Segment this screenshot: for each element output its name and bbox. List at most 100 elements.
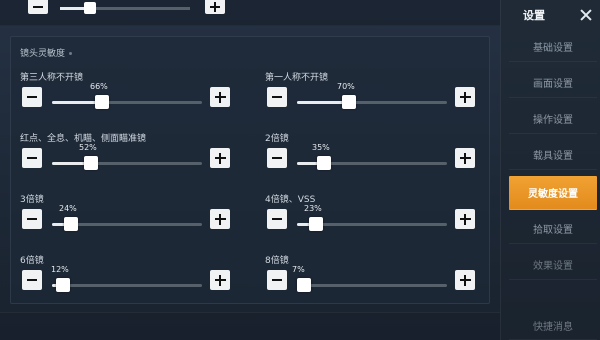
slider-value: 24% [59, 204, 77, 213]
slider-group-4x: 4倍镜、VSS 23% [265, 192, 485, 242]
slider-group-2x: 2倍镜 35% [265, 131, 485, 181]
decrease-button[interactable] [22, 270, 42, 290]
close-button[interactable] [573, 3, 599, 27]
slider-thumb[interactable] [95, 95, 109, 109]
slider-value: 35% [312, 143, 330, 152]
settings-sidebar: 设置 基础设置 画面设置 操作设置 载具设置 灵敏度设置 拾取设置 效果设置 快… [500, 0, 600, 340]
increase-button[interactable] [210, 270, 230, 290]
slider-thumb[interactable] [297, 278, 311, 292]
slider-track[interactable]: 12% [51, 265, 202, 292]
slider-group-fpp-no-scope: 第一人称不开镜 70% [265, 70, 485, 120]
sidebar-title: 设置 [523, 9, 545, 22]
section-title-text: 镜头灵敏度 [20, 49, 66, 59]
sidebar-item-label: 灵敏度设置 [528, 189, 578, 200]
increase-button[interactable] [210, 87, 230, 107]
sidebar-item-sensitivity[interactable]: 灵敏度设置 [509, 176, 597, 210]
sidebar-item-graphics[interactable]: 画面设置 [509, 68, 597, 98]
slider-value: 7% [292, 265, 305, 274]
sidebar-item-label: 基础设置 [533, 43, 573, 54]
slider-thumb[interactable] [64, 217, 78, 231]
slider-track[interactable]: 66% [52, 82, 202, 109]
slider-value: 23% [304, 204, 322, 213]
plus-icon [459, 213, 471, 225]
next-section-row [0, 312, 500, 340]
increase-button[interactable] [455, 209, 475, 229]
section-dot-icon [69, 52, 73, 55]
section-title: 镜头灵敏度 [20, 46, 73, 59]
increase-button[interactable] [205, 0, 225, 14]
slider-label: 2倍镜 [265, 134, 289, 144]
slider-label: 8倍镜 [265, 256, 289, 266]
minus-icon [27, 157, 37, 159]
decrease-button[interactable] [22, 148, 42, 168]
slider-group-tpp-no-scope: 第三人称不开镜 66% [20, 70, 240, 120]
slider-thumb[interactable] [84, 2, 96, 14]
sidebar-item-pickup[interactable]: 拾取设置 [509, 214, 597, 244]
decrease-button[interactable] [22, 209, 42, 229]
minus-icon [33, 6, 43, 8]
sidebar-item-label: 拾取设置 [533, 225, 573, 236]
plus-icon [214, 152, 226, 164]
minus-icon [272, 157, 282, 159]
slider-track[interactable]: 7% [292, 265, 447, 292]
slider-thumb[interactable] [309, 217, 323, 231]
slider-label: 3倍镜 [20, 195, 44, 205]
slider-track[interactable]: 24% [52, 204, 202, 231]
minus-icon [272, 96, 282, 98]
decrease-button[interactable] [267, 209, 287, 229]
increase-button[interactable] [455, 148, 475, 168]
sidebar-item-effects[interactable]: 效果设置 [509, 250, 597, 280]
slider-track[interactable]: 52% [52, 143, 202, 170]
plus-icon [214, 91, 226, 103]
decrease-button[interactable] [28, 0, 48, 14]
minus-icon [27, 279, 37, 281]
slider-thumb[interactable] [317, 156, 331, 170]
slider-label: 第三人称不开镜 [20, 73, 84, 83]
sidebar-item-label: 操作设置 [533, 115, 573, 126]
sidebar-item-controls[interactable]: 操作设置 [509, 104, 597, 134]
increase-button[interactable] [210, 148, 230, 168]
increase-button[interactable] [455, 87, 475, 107]
slider-group-3x: 3倍镜 24% [20, 192, 240, 242]
slider-group-red-dot: 红点、全息、机瞄、侧面瞄准镜 52% [20, 131, 240, 181]
sidebar-item-label: 画面设置 [533, 79, 573, 90]
slider-value: 66% [90, 82, 108, 91]
slider-thumb[interactable] [84, 156, 98, 170]
decrease-button[interactable] [267, 148, 287, 168]
minus-icon [27, 218, 37, 220]
slider-group-6x: 6倍镜 12% [20, 253, 240, 303]
slider-track[interactable] [60, 2, 190, 14]
slider-label: 6倍镜 [20, 256, 44, 266]
plus-icon [214, 213, 226, 225]
previous-slider-row [0, 0, 500, 26]
slider-thumb[interactable] [56, 278, 70, 292]
sidebar-item-label: 载具设置 [533, 151, 573, 162]
slider-track[interactable]: 70% [297, 82, 447, 109]
decrease-button[interactable] [22, 87, 42, 107]
plus-icon [210, 2, 220, 12]
plus-icon [459, 274, 471, 286]
slider-group-8x: 8倍镜 7% [265, 253, 485, 303]
plus-icon [459, 152, 471, 164]
plus-icon [459, 91, 471, 103]
slider-label: 第一人称不开镜 [265, 73, 329, 83]
sidebar-item-vehicle[interactable]: 载具设置 [509, 140, 597, 170]
close-icon [580, 9, 592, 21]
minus-icon [272, 279, 282, 281]
minus-icon [272, 218, 282, 220]
increase-button[interactable] [210, 209, 230, 229]
slider-value: 52% [79, 143, 97, 152]
sidebar-item-basic[interactable]: 基础设置 [509, 32, 597, 62]
site-watermark-logo [497, 290, 587, 326]
slider-track[interactable]: 23% [297, 204, 447, 231]
plus-icon [214, 274, 226, 286]
increase-button[interactable] [455, 270, 475, 290]
sidebar-item-label: 效果设置 [533, 261, 573, 272]
minus-icon [27, 96, 37, 98]
decrease-button[interactable] [267, 270, 287, 290]
slider-track[interactable]: 35% [297, 143, 447, 170]
settings-screen: 镜头灵敏度 第三人称不开镜 66% 第一人称不开镜 70% 红点、全息、机瞄、侧面瞄… [0, 0, 600, 340]
decrease-button[interactable] [267, 87, 287, 107]
sidebar-header: 设置 [501, 0, 600, 32]
slider-thumb[interactable] [342, 95, 356, 109]
